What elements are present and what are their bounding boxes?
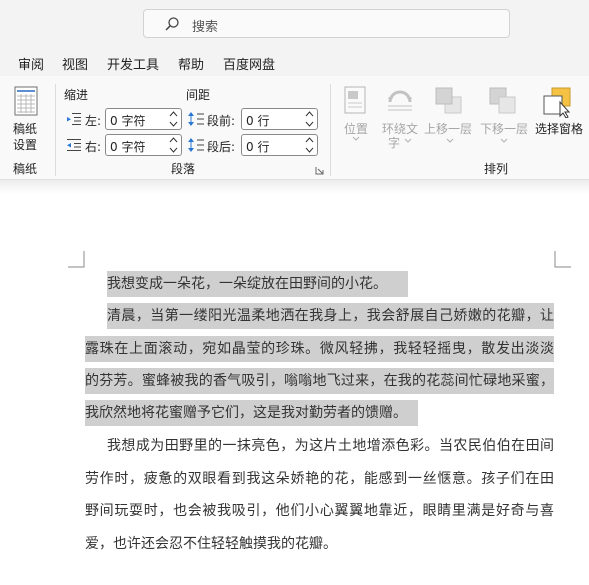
tab-view[interactable]: 视图 (62, 54, 88, 73)
document-line: 露珠在上面滚动，宛如晶莹的珍珠。微风轻拂，我轻轻摇曳，散发出淡淡 (85, 336, 554, 362)
document-line: 我想变成一朵花，一朵绽放在田野间的小花。 (107, 271, 408, 297)
spinner-arrows-icon[interactable] (305, 110, 314, 128)
indent-left-value: 0 字符 (110, 114, 146, 128)
spacing-before-input[interactable]: 0 行 (241, 108, 318, 130)
spinner-arrows-icon[interactable] (169, 110, 178, 128)
send-backward-label: 下移一层 (480, 122, 529, 136)
indent-heading: 缩进 (64, 88, 89, 102)
spinner-arrows-icon[interactable] (169, 136, 178, 154)
indent-right-value: 0 字符 (110, 140, 146, 154)
spacing-before-label: 段前: (207, 114, 236, 128)
spacing-after-label: 段后: (207, 140, 236, 154)
group-divider (55, 84, 56, 176)
document-line: 野间玩耍时，也会被我吸引，他们小心翼翼地靠近，眼睛里满是好奇与喜 (85, 503, 554, 519)
document-line: 的芬芳。蜜蜂被我的香气吸引，嗡嗡地飞过来，在我的花蕊间忙碌地采蜜， (85, 368, 554, 394)
ribbon-shadow (0, 180, 589, 194)
page-corner-marker (68, 251, 85, 268)
paper-settings-button[interactable]: 稿纸 设置 (8, 84, 48, 154)
group-divider (330, 84, 331, 176)
indent-left-input[interactable]: 0 字符 (105, 108, 182, 130)
search-box[interactable]: 搜索 (143, 9, 510, 38)
spinner-arrows-icon[interactable] (305, 136, 314, 154)
indent-left-label: 左: (85, 114, 102, 128)
search-placeholder: 搜索 (192, 20, 219, 35)
indent-right-label: 右: (85, 140, 102, 154)
paper-group-label: 稿纸 (13, 162, 38, 176)
tab-developer[interactable]: 开发工具 (107, 54, 159, 73)
spacing-after-value: 0 行 (246, 140, 270, 154)
indent-right-input[interactable]: 0 字符 (105, 134, 182, 156)
spacing-after-input[interactable]: 0 行 (241, 134, 318, 156)
send-backward-icon (489, 87, 516, 114)
position-button[interactable]: 位置 (340, 84, 372, 148)
spacing-before-icon (188, 112, 204, 126)
position-icon (344, 86, 366, 114)
chevron-down-icon (352, 136, 360, 141)
document-line: 爱，也许还会忍不住轻轻触摸我的花瓣。 (85, 536, 337, 552)
paper-settings-label-2: 设置 (13, 138, 38, 152)
chevron-down-icon (446, 138, 454, 143)
chevron-down-icon (404, 138, 412, 143)
bring-forward-label: 上移一层 (424, 122, 473, 136)
send-backward-button[interactable]: 下移一层 (478, 84, 530, 148)
indent-left-icon (67, 113, 81, 125)
manuscript-paper-icon (14, 86, 38, 116)
paper-settings-label-1: 稿纸 (13, 122, 38, 136)
wrap-text-icon (388, 90, 412, 111)
selection-pane-icon (543, 87, 571, 118)
ribbon-tabs: 审阅 视图 开发工具 帮助 百度网盘 (0, 48, 589, 76)
title-bar: 搜索 (0, 0, 589, 48)
spacing-heading: 间距 (186, 88, 211, 102)
wrap-text-label-2: 字 (388, 136, 401, 150)
selection-pane-label: 选择窗格 (535, 122, 584, 136)
bring-forward-icon (435, 87, 462, 114)
arrange-group-label: 排列 (484, 162, 509, 176)
page-corner-marker (554, 251, 571, 268)
document-line: 我欣然地将花蜜赠予它们，这是我对勤劳者的馈赠。 (85, 400, 418, 426)
position-label: 位置 (344, 122, 369, 136)
document-line: 我想成为田野里的一抹亮色，为这片土地增添色彩。当农民伯伯在田间 (107, 438, 554, 454)
tab-baidu-netdisk[interactable]: 百度网盘 (223, 54, 275, 73)
document-line: 劳作时，疲惫的双眼看到我这朵娇艳的花，能感到一丝惬意。孩子们在田 (85, 471, 554, 487)
spacing-after-icon (188, 138, 204, 152)
chevron-down-icon (500, 138, 508, 143)
tab-help[interactable]: 帮助 (178, 54, 204, 73)
tab-review[interactable]: 审阅 (18, 54, 44, 73)
spacing-before-value: 0 行 (246, 114, 270, 128)
dialog-launcher-icon[interactable] (315, 166, 324, 175)
bring-forward-button[interactable]: 上移一层 (424, 84, 476, 148)
wrap-text-button[interactable]: 环绕文 字 (378, 84, 422, 150)
selection-pane-button[interactable]: 选择窗格 (532, 84, 586, 148)
search-icon (165, 17, 179, 31)
document-line: 清晨，当第一缕阳光温柔地洒在我身上，我会舒展自己娇嫩的花瓣，让 (107, 303, 554, 329)
paragraph-group-label: 段落 (171, 162, 196, 176)
indent-right-icon (67, 139, 81, 151)
